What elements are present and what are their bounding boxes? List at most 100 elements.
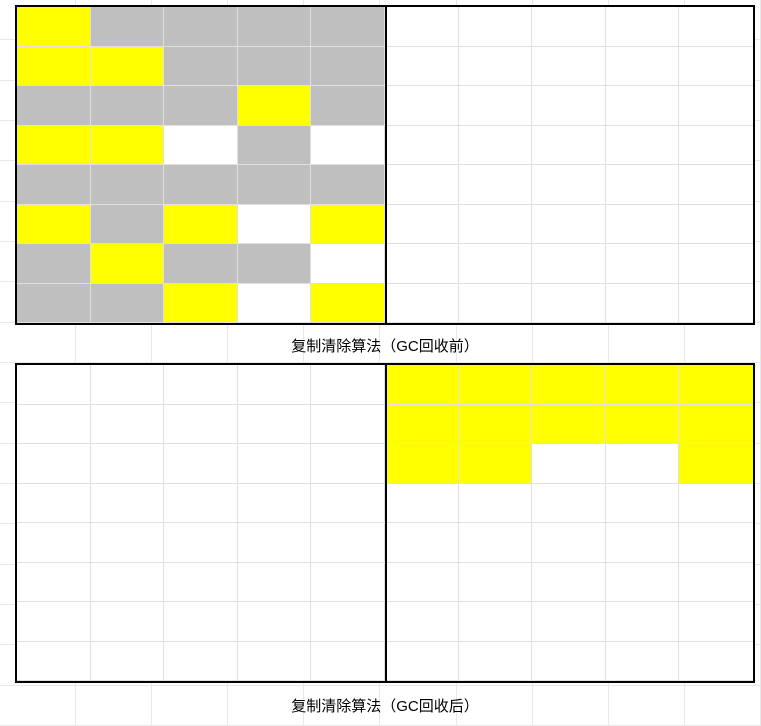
memory-cell <box>164 444 238 484</box>
memory-cell <box>164 484 238 524</box>
memory-cell <box>311 523 385 563</box>
memory-cell <box>91 47 165 87</box>
memory-cell <box>385 244 459 284</box>
memory-cell <box>238 244 312 284</box>
memory-cell <box>679 284 753 324</box>
memory-cell <box>679 7 753 47</box>
memory-cell <box>238 484 312 524</box>
memory-cell <box>679 47 753 87</box>
memory-cell <box>606 47 680 87</box>
memory-cell <box>459 205 533 245</box>
memory-cell <box>459 284 533 324</box>
memory-cell <box>459 7 533 47</box>
memory-cell <box>164 244 238 284</box>
memory-cell <box>164 165 238 205</box>
memory-cell <box>679 444 753 484</box>
memory-cell <box>385 484 459 524</box>
memory-cell <box>238 284 312 324</box>
memory-cell <box>164 602 238 642</box>
memory-cell <box>679 405 753 445</box>
memory-cell <box>17 602 91 642</box>
memory-cell <box>17 365 91 405</box>
memory-cell <box>164 7 238 47</box>
memory-cell <box>532 365 606 405</box>
caption-before: 复制清除算法（GC回收前） <box>15 335 755 356</box>
memory-cell <box>91 642 165 682</box>
memory-cell <box>238 602 312 642</box>
memory-cell <box>17 205 91 245</box>
memory-cell <box>532 284 606 324</box>
memory-cell <box>238 165 312 205</box>
memory-cell <box>459 484 533 524</box>
memory-cell <box>238 205 312 245</box>
memory-cell <box>459 523 533 563</box>
memory-cell <box>238 642 312 682</box>
memory-cell <box>238 444 312 484</box>
memory-cell <box>91 523 165 563</box>
memory-cell <box>459 642 533 682</box>
memory-cell <box>17 563 91 603</box>
memory-cell <box>459 126 533 166</box>
memory-cell <box>164 523 238 563</box>
memory-cell <box>311 602 385 642</box>
memory-cell <box>311 47 385 87</box>
memory-cell <box>532 126 606 166</box>
memory-cell <box>91 7 165 47</box>
memory-cell <box>238 365 312 405</box>
memory-cell <box>532 244 606 284</box>
memory-cell <box>311 205 385 245</box>
memory-cell <box>238 7 312 47</box>
memory-cell <box>606 7 680 47</box>
memory-cell <box>311 284 385 324</box>
caption-after: 复制清除算法（GC回收后） <box>15 695 755 716</box>
memory-cell <box>91 365 165 405</box>
memory-cell <box>17 47 91 87</box>
memory-cell <box>606 602 680 642</box>
memory-cell <box>311 484 385 524</box>
memory-cell <box>459 405 533 445</box>
memory-cell <box>385 47 459 87</box>
memory-cell <box>385 165 459 205</box>
memory-cell <box>91 165 165 205</box>
memory-cell <box>17 284 91 324</box>
memory-cell <box>238 563 312 603</box>
memory-cell <box>238 47 312 87</box>
memory-cell <box>679 563 753 603</box>
memory-cell <box>311 126 385 166</box>
memory-cell <box>532 7 606 47</box>
memory-cell <box>91 205 165 245</box>
memory-cell <box>311 563 385 603</box>
memory-cell <box>17 165 91 205</box>
memory-cell <box>532 523 606 563</box>
memory-cell <box>532 205 606 245</box>
memory-cell <box>385 602 459 642</box>
memory-cell <box>532 444 606 484</box>
memory-cell <box>532 484 606 524</box>
memory-cell <box>164 284 238 324</box>
memory-cell <box>606 365 680 405</box>
memory-cell <box>311 365 385 405</box>
grid-before-divider <box>385 7 387 323</box>
memory-cell <box>606 642 680 682</box>
memory-cell <box>679 205 753 245</box>
memory-cell <box>679 165 753 205</box>
memory-cell <box>679 126 753 166</box>
memory-cell <box>606 563 680 603</box>
memory-cell <box>91 284 165 324</box>
memory-cell <box>679 365 753 405</box>
memory-cell <box>385 7 459 47</box>
memory-cell <box>91 602 165 642</box>
memory-cell <box>311 86 385 126</box>
memory-cell <box>311 244 385 284</box>
memory-cell <box>385 405 459 445</box>
memory-cell <box>17 126 91 166</box>
memory-cell <box>17 484 91 524</box>
memory-cell <box>164 563 238 603</box>
memory-cell <box>238 405 312 445</box>
memory-cell <box>238 523 312 563</box>
memory-cell <box>459 165 533 205</box>
memory-cell <box>311 165 385 205</box>
memory-cell <box>238 86 312 126</box>
memory-cell <box>311 642 385 682</box>
memory-cell <box>311 444 385 484</box>
